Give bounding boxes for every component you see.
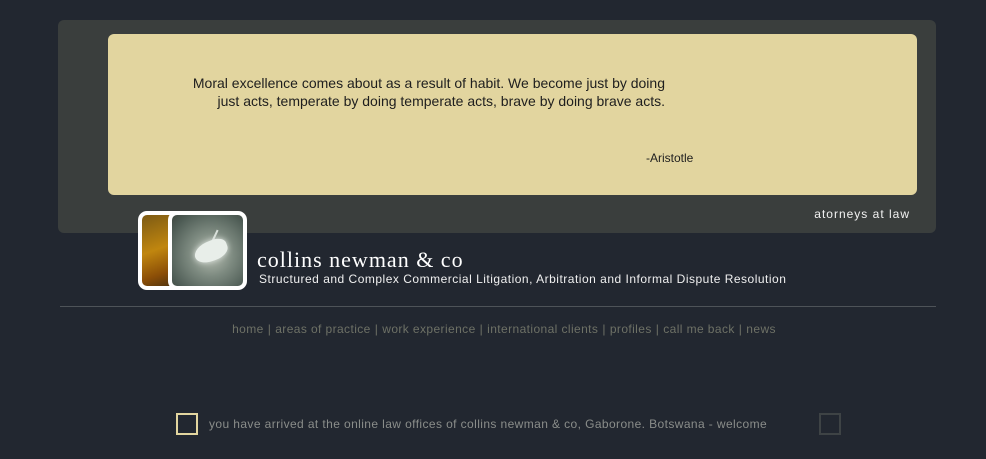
tagline: atorneys at law bbox=[814, 207, 910, 221]
divider bbox=[60, 306, 936, 307]
main-nav: home | areas of practice | work experience | i… bbox=[11, 322, 986, 336]
firm-name: collins newman & co bbox=[257, 247, 464, 272]
firm-description: Structured and Complex Commercial Litiga… bbox=[259, 272, 787, 286]
quote-line-1: Moral excellence comes about as a result… bbox=[192, 75, 665, 91]
nav-profiles[interactable]: profiles bbox=[610, 322, 652, 336]
nav-separator: | bbox=[602, 322, 606, 336]
nav-separator: | bbox=[479, 322, 484, 336]
nav-news[interactable]: news bbox=[746, 322, 776, 336]
welcome-message: you have arrived at the online law offic… bbox=[209, 417, 768, 431]
nav-work-experience[interactable]: work experience bbox=[382, 322, 475, 336]
nav-areas-of-practice[interactable]: areas of practice bbox=[275, 322, 371, 336]
quote-text: Moral excellence comes about as a result… bbox=[140, 74, 665, 110]
feather-thumbnail bbox=[168, 211, 247, 290]
nav-separator: | bbox=[738, 322, 743, 336]
nav-home[interactable]: home bbox=[232, 322, 264, 336]
quote-box bbox=[108, 34, 917, 195]
nav-international-clients[interactable]: international clients bbox=[487, 322, 598, 336]
nav-separator: | bbox=[267, 322, 272, 336]
decorative-square-left bbox=[176, 413, 198, 435]
nav-separator: | bbox=[655, 322, 660, 336]
quote-line-2: just acts, temperate by doing temperate … bbox=[217, 93, 665, 109]
feather-shape bbox=[191, 235, 231, 267]
nav-separator: | bbox=[374, 322, 379, 336]
quote-author: -Aristotle bbox=[646, 151, 694, 165]
decorative-square-right bbox=[819, 413, 841, 435]
nav-call-me-back[interactable]: call me back bbox=[663, 322, 735, 336]
